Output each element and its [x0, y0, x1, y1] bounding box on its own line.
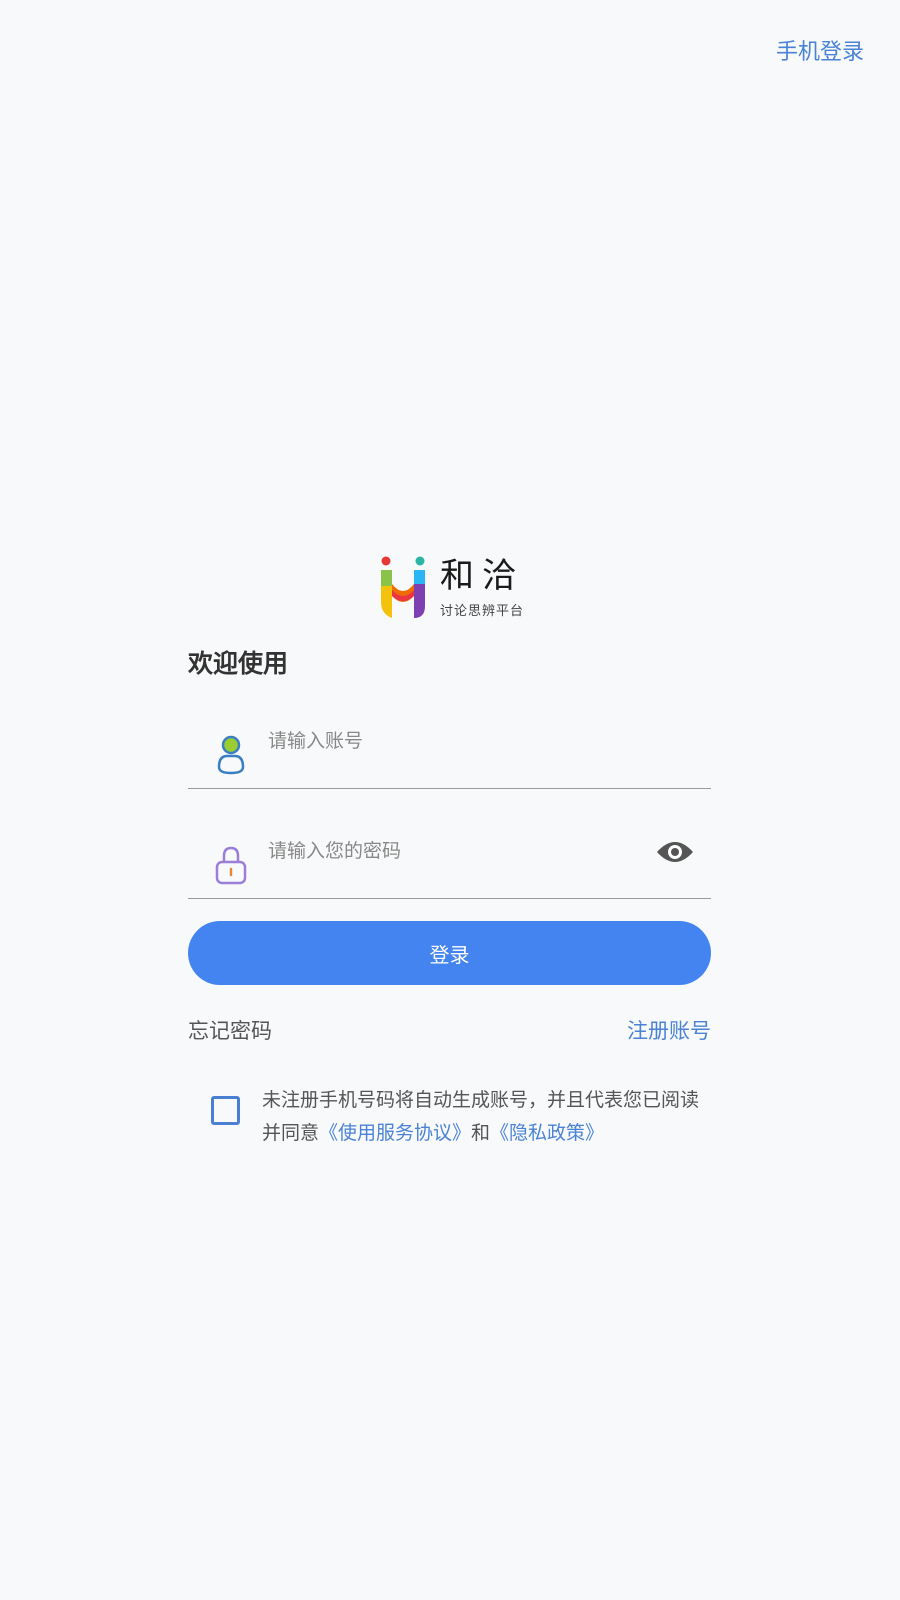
logo-title: 和洽 — [440, 556, 524, 596]
app-logo: 和洽 讨论思辨平台 — [380, 556, 540, 622]
agreement-text: 未注册手机号码将自动生成账号，并且代表您已阅读并同意《使用服务协议》和《隐私政策… — [262, 1084, 714, 1150]
account-field — [188, 716, 711, 789]
agreement-checkbox[interactable] — [211, 1096, 240, 1125]
eye-icon[interactable] — [655, 838, 695, 866]
login-button[interactable]: 登录 — [188, 921, 711, 985]
lock-icon — [215, 846, 247, 885]
welcome-heading: 欢迎使用 — [188, 649, 289, 678]
logo-mark-icon — [381, 556, 425, 618]
privacy-policy-link[interactable]: 《隐私政策》 — [490, 1122, 604, 1144]
password-field — [188, 826, 711, 899]
agreement-conjunction: 和 — [471, 1122, 491, 1144]
forgot-password-link[interactable]: 忘记密码 — [188, 1015, 272, 1045]
terms-of-service-link[interactable]: 《使用服务协议》 — [319, 1122, 471, 1144]
register-link[interactable]: 注册账号 — [627, 1015, 711, 1045]
user-icon — [217, 735, 245, 775]
password-input[interactable] — [268, 836, 628, 866]
phone-login-link[interactable]: 手机登录 — [776, 34, 864, 66]
account-input[interactable] — [268, 726, 628, 756]
logo-subtitle: 讨论思辨平台 — [440, 604, 525, 619]
